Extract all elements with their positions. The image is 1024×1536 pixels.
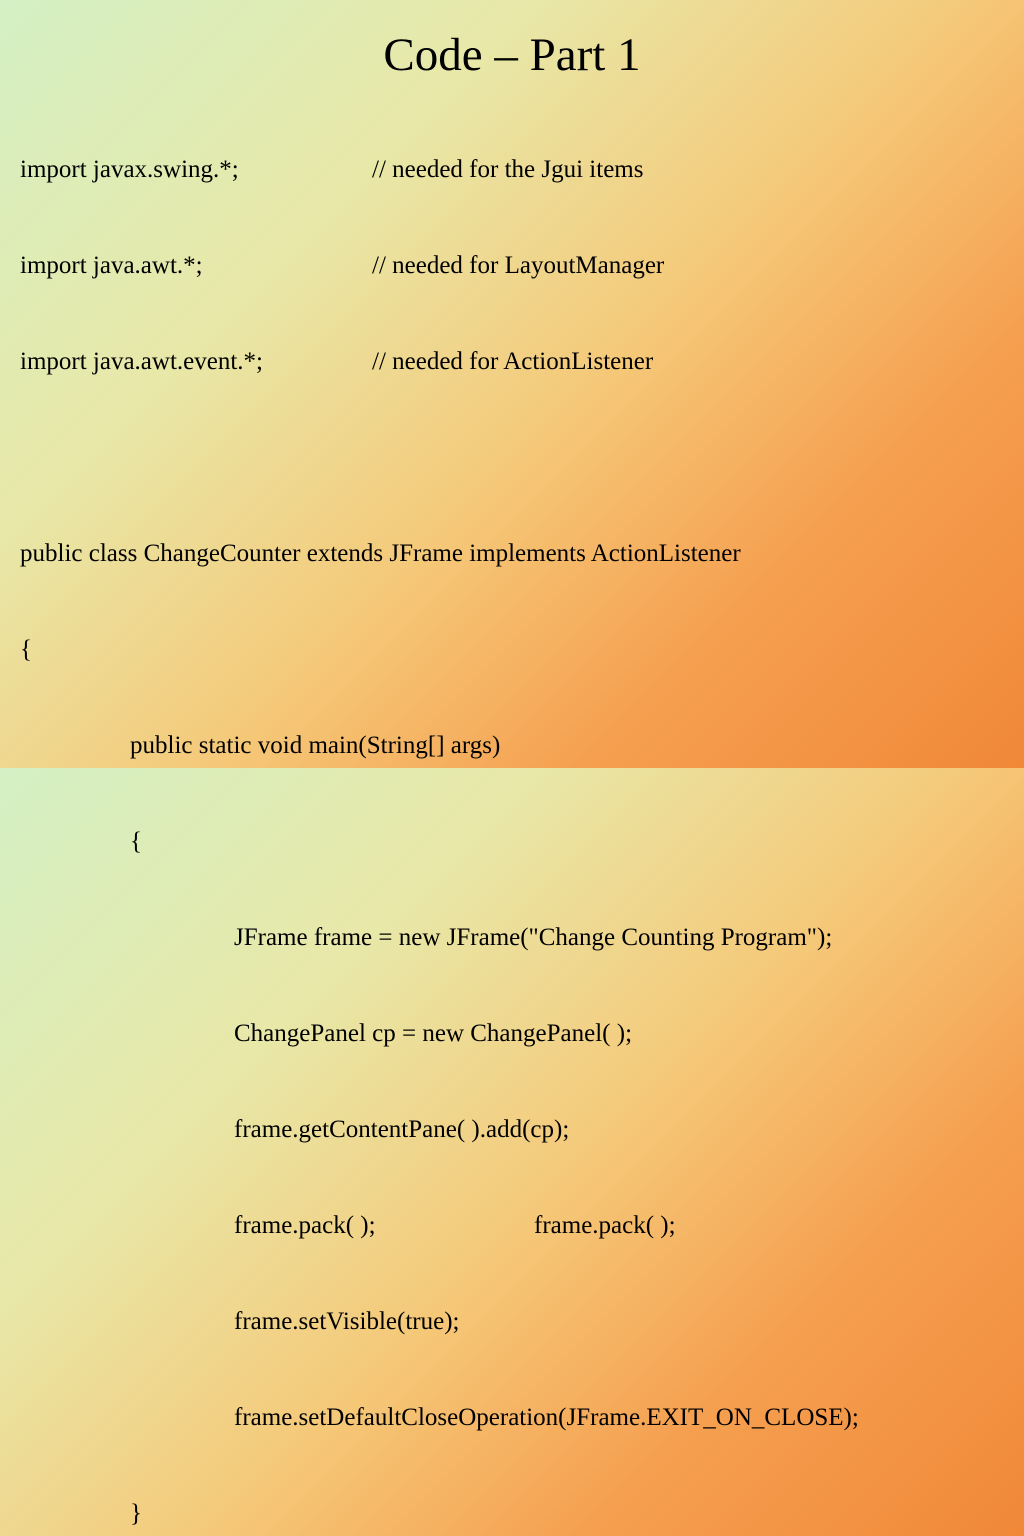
body-line-1: JFrame frame = new JFrame("Change Counti… [20,922,1004,954]
import-stmt-1: import javax.swing.*; [20,154,372,186]
open-brace: { [20,634,1004,666]
body-4b: frame.pack( ); [534,1212,676,1239]
main-signature: public static void main(String[] args) [20,730,1004,762]
main-close-brace: } [20,1498,1004,1530]
body-line-4: frame.pack( );frame.pack( ); [20,1210,1004,1242]
slide-title: Code – Part 1 [0,0,1024,90]
main-open-brace: { [20,826,1004,858]
import-line-2: import java.awt.*;// needed for LayoutMa… [20,250,1004,282]
body-line-5: frame.setVisible(true); [20,1306,1004,1338]
import-comment-3: // needed for ActionListener [372,346,653,378]
body-line-2: ChangePanel cp = new ChangePanel( ); [20,1018,1004,1050]
slide-container: Code – Part 1 import javax.swing.*;// ne… [0,0,1024,768]
import-comment-2: // needed for LayoutManager [372,250,664,282]
blank-line [20,442,1004,474]
body-line-6: frame.setDefaultCloseOperation(JFrame.EX… [20,1402,1004,1434]
import-comment-1: // needed for the Jgui items [372,154,643,186]
code-block: import javax.swing.*;// needed for the J… [0,90,1024,1536]
import-line-3: import java.awt.event.*;// needed for Ac… [20,346,1004,378]
import-stmt-3: import java.awt.event.*; [20,346,372,378]
body-4a: frame.pack( ); [234,1210,534,1242]
import-line-1: import javax.swing.*;// needed for the J… [20,154,1004,186]
import-stmt-2: import java.awt.*; [20,250,372,282]
class-declaration: public class ChangeCounter extends JFram… [20,538,1004,570]
body-line-3: frame.getContentPane( ).add(cp); [20,1114,1004,1146]
